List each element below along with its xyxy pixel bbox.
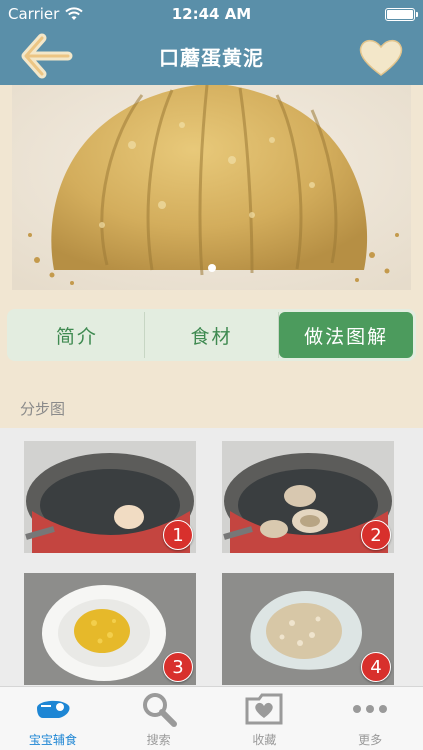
tab-label: 搜索 — [146, 733, 171, 747]
step-number-badge: 4 — [361, 652, 391, 682]
navigation-bar: 口蘑蛋黄泥 — [0, 28, 423, 85]
mushroom-egg-mash-photo — [12, 85, 411, 290]
battery-level — [387, 9, 413, 19]
battery-icon — [385, 7, 418, 21]
tab-label: 宝宝辅食 — [28, 733, 77, 747]
recipe-hero-image[interactable] — [12, 85, 411, 290]
section-title: 分步图 — [20, 400, 66, 418]
tab-favorites[interactable]: 收藏 — [212, 687, 318, 750]
step-grid: 1 2 3 4 — [0, 428, 423, 686]
page-title: 口蘑蛋黄泥 — [159, 46, 264, 70]
step-number-badge: 2 — [361, 520, 391, 550]
search-icon — [137, 691, 181, 727]
baby-bottle-icon — [31, 691, 75, 727]
tab-more[interactable]: 更多 — [317, 687, 423, 750]
status-bar: Carrier 12:44 AM — [0, 0, 423, 28]
carrier-label: Carrier — [8, 5, 60, 23]
tab-bar: 宝宝辅食 搜索 收藏 更多 — [0, 686, 423, 750]
back-arrow-icon — [21, 33, 73, 79]
heart-icon — [359, 39, 403, 76]
tab-baby-food[interactable]: 宝宝辅食 — [0, 687, 106, 750]
tab-intro[interactable]: 简介 — [10, 312, 145, 358]
favorite-button[interactable] — [357, 36, 405, 78]
wifi-icon — [65, 7, 84, 20]
step-card-4[interactable]: 4 — [222, 573, 394, 685]
image-pager[interactable] — [12, 264, 411, 272]
pager-dot — [207, 264, 216, 272]
more-dots-icon — [348, 691, 392, 727]
back-button[interactable] — [18, 32, 76, 80]
favorites-folder-icon — [242, 691, 286, 727]
tab-label: 收藏 — [252, 733, 277, 747]
step-card-2[interactable]: 2 — [222, 441, 394, 553]
step-number-badge: 1 — [163, 520, 193, 550]
tab-search[interactable]: 搜索 — [106, 687, 212, 750]
tab-ingredients[interactable]: 食材 — [145, 312, 280, 358]
tab-label: 更多 — [358, 733, 383, 747]
recipe-segmented-control: 简介 食材 做法图解 — [7, 309, 416, 361]
step-number-badge: 3 — [163, 652, 193, 682]
tab-illustrated-steps[interactable]: 做法图解 — [279, 312, 414, 358]
step-card-1[interactable]: 1 — [24, 441, 196, 553]
status-left: Carrier — [8, 5, 84, 23]
step-card-3[interactable]: 3 — [24, 573, 196, 685]
